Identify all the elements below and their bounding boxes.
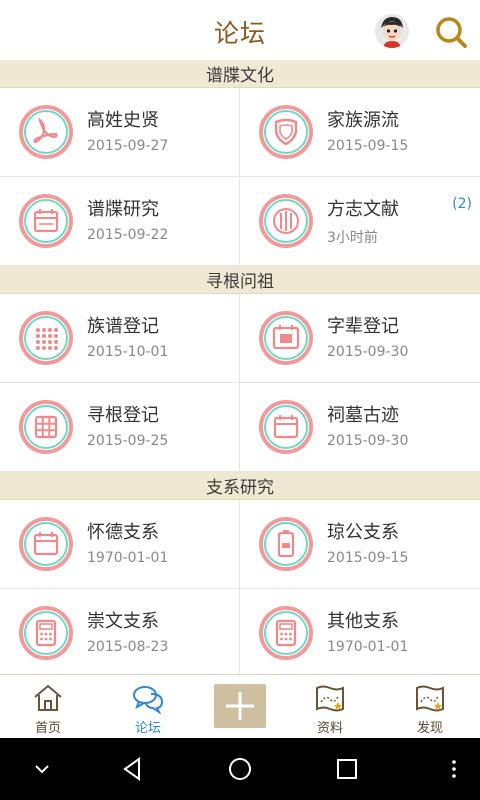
forum-item-qita-zhixi[interactable]: 其他支系 1970-01-01 [240, 589, 480, 674]
section-title: 寻根问祖 [206, 272, 274, 292]
unread-count-badge: (2) [452, 196, 472, 212]
calendar-date-icon [259, 311, 313, 365]
chevron-down-icon[interactable] [28, 755, 56, 783]
app-root: 论坛 谱牒文化 高姓史贤 2015-09-27 家族源流 2015-09-15 … [0, 0, 480, 800]
map-scroll-icon [316, 685, 344, 712]
columns-icon [259, 194, 313, 248]
search-button[interactable] [433, 14, 469, 50]
forum-item-pudie-yanjiu[interactable]: 谱牒研究 2015-09-22 [0, 177, 240, 266]
tab-resources[interactable]: 资料 [282, 675, 378, 739]
acrobat-icon [19, 105, 73, 159]
forum-item-cimu-guji[interactable]: 祠墓古迹 2015-09-30 [240, 383, 480, 472]
shield-icon [259, 105, 313, 159]
forum-item-gaoxing-shixian[interactable]: 高姓史贤 2015-09-27 [0, 88, 240, 177]
section-grid: 怀德支系 1970-01-01 琼公支系 2015-09-15 崇文支系 201… [0, 500, 480, 674]
tab-home[interactable]: 首页 [0, 675, 96, 739]
forum-item-title: 祠墓古迹 [327, 405, 399, 426]
avatar[interactable] [375, 14, 409, 48]
calculator-icon [259, 606, 313, 660]
forum-item-title: 族谱登记 [87, 316, 159, 337]
forum-item-date: 2015-09-30 [327, 344, 409, 360]
overflow-menu-icon[interactable] [440, 755, 468, 783]
forum-item-title: 家族源流 [327, 110, 399, 131]
forum-item-date: 2015-09-25 [87, 433, 169, 449]
forum-item-date: 3小时前 [327, 230, 378, 246]
forum-item-qionggong-zhixi[interactable]: 琼公支系 2015-09-15 [240, 500, 480, 589]
forum-item-date: 2015-09-27 [87, 138, 169, 154]
section-grid: 族谱登记 2015-10-01 字辈登记 2015-09-30 寻根登记 201… [0, 294, 480, 472]
forum-item-huaide-zhixi[interactable]: 怀德支系 1970-01-01 [0, 500, 240, 589]
calculator-icon [19, 606, 73, 660]
search-icon [436, 17, 467, 48]
plus-icon [226, 692, 254, 720]
forum-item-title: 崇文支系 [87, 611, 159, 632]
forum-item-date: 2015-09-15 [327, 138, 409, 154]
recent-apps-icon[interactable] [333, 755, 361, 783]
tab-forum[interactable]: 论坛 [100, 675, 196, 739]
home-icon [34, 684, 62, 711]
forum-item-date: 2015-10-01 [87, 344, 169, 360]
forum-item-title: 怀德支系 [87, 522, 159, 543]
section-title: 支系研究 [206, 478, 274, 498]
forum-item-chongwen-zhixi[interactable]: 崇文支系 2015-08-23 [0, 589, 240, 674]
forum-item-fangzhi-wenxian[interactable]: 方志文献 3小时前 (2) [240, 177, 480, 266]
forum-item-zupu-dengji[interactable]: 族谱登记 2015-10-01 [0, 294, 240, 383]
forum-item-date: 2015-09-15 [327, 550, 409, 566]
section-header-xungen: 寻根问祖 [0, 266, 480, 294]
forum-item-date: 2015-09-30 [327, 433, 409, 449]
dots-grid-icon [19, 311, 73, 365]
calendar-icon [19, 517, 73, 571]
section-header-pudie: 谱牒文化 [0, 60, 480, 88]
tab-label: 论坛 [134, 721, 161, 736]
section-grid: 高姓史贤 2015-09-27 家族源流 2015-09-15 谱牒研究 201… [0, 88, 480, 266]
forum-item-title: 方志文献 [327, 199, 399, 220]
section-title: 谱牒文化 [206, 66, 274, 86]
forum-item-date: 2015-08-23 [87, 639, 169, 655]
forum-item-title: 字辈登记 [327, 316, 399, 337]
forum-item-date: 2015-09-22 [87, 227, 169, 243]
title-bar: 论坛 [0, 0, 480, 60]
forum-item-date: 1970-01-01 [327, 639, 409, 655]
forum-item-title: 寻根登记 [87, 405, 159, 426]
forum-item-title: 高姓史贤 [87, 110, 159, 131]
back-icon[interactable] [119, 755, 147, 783]
chat-bubbles-icon [133, 686, 164, 714]
tab-discover[interactable]: 发现 [382, 675, 478, 739]
tab-label: 首页 [34, 721, 61, 736]
forum-item-title: 谱牒研究 [87, 199, 159, 220]
forum-item-zibei-dengji[interactable]: 字辈登记 2015-09-30 [240, 294, 480, 383]
forum-item-date: 1970-01-01 [87, 550, 169, 566]
forum-item-title: 其他支系 [327, 611, 399, 632]
forum-list: 谱牒文化 高姓史贤 2015-09-27 家族源流 2015-09-15 谱牒研… [0, 60, 480, 674]
tab-label: 资料 [316, 721, 343, 736]
forum-item-title: 琼公支系 [327, 522, 399, 543]
add-post-button[interactable] [214, 684, 266, 728]
home-circle-icon[interactable] [226, 755, 254, 783]
bottom-tab-bar: 首页 论坛 资料 发现 [0, 674, 480, 738]
section-header-zhixi: 支系研究 [0, 472, 480, 500]
system-nav-bar [0, 738, 480, 800]
forum-item-xungen-dengji[interactable]: 寻根登记 2015-09-25 [0, 383, 240, 472]
map-scroll-icon [416, 685, 444, 712]
grid-icon [19, 400, 73, 454]
battery-icon [259, 517, 313, 571]
forum-item-jiazu-yuanliu[interactable]: 家族源流 2015-09-15 [240, 88, 480, 177]
calendar-icon [19, 194, 73, 248]
tab-label: 发现 [416, 721, 443, 736]
calendar-icon [259, 400, 313, 454]
